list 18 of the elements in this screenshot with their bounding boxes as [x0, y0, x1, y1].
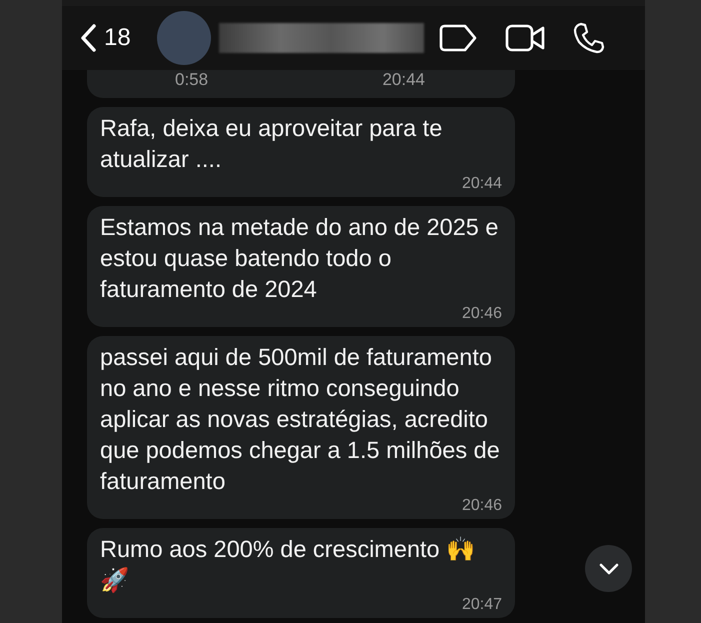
message-time: 20:44: [462, 175, 502, 193]
video-call-icon[interactable]: [505, 24, 545, 52]
chevron-down-icon: [598, 562, 618, 574]
scroll-down-button[interactable]: [585, 545, 632, 592]
message-text: Rumo aos 200% de crescimento 🙌🚀: [100, 535, 476, 595]
message-time: 20:46: [462, 305, 502, 323]
phone-call-icon[interactable]: [573, 22, 605, 54]
message-time: 20:47: [462, 596, 502, 614]
unread-count: 18: [104, 24, 131, 52]
message-text: Rafa, deixa eu aproveitar para te atualizar ....: [100, 114, 444, 174]
message-time: 20:46: [462, 497, 502, 515]
message-text: Estamos na metade do ano de 2025 e estou quase batendo todo o faturamento de 2024: [100, 213, 500, 304]
back-chevron-icon: [80, 24, 96, 52]
tag-icon[interactable]: [439, 24, 477, 52]
message-text: passei aqui de 500mil de faturamento no ano e nesse ritmo conseguindo aplicar as novas estratégias, acredito que podemos chegar a 1.5 milhões de faturamento: [100, 343, 501, 496]
voice-duration: 0:58: [175, 70, 208, 90]
message-time: 20:44: [382, 70, 425, 90]
back-button[interactable]: 18: [76, 24, 135, 52]
